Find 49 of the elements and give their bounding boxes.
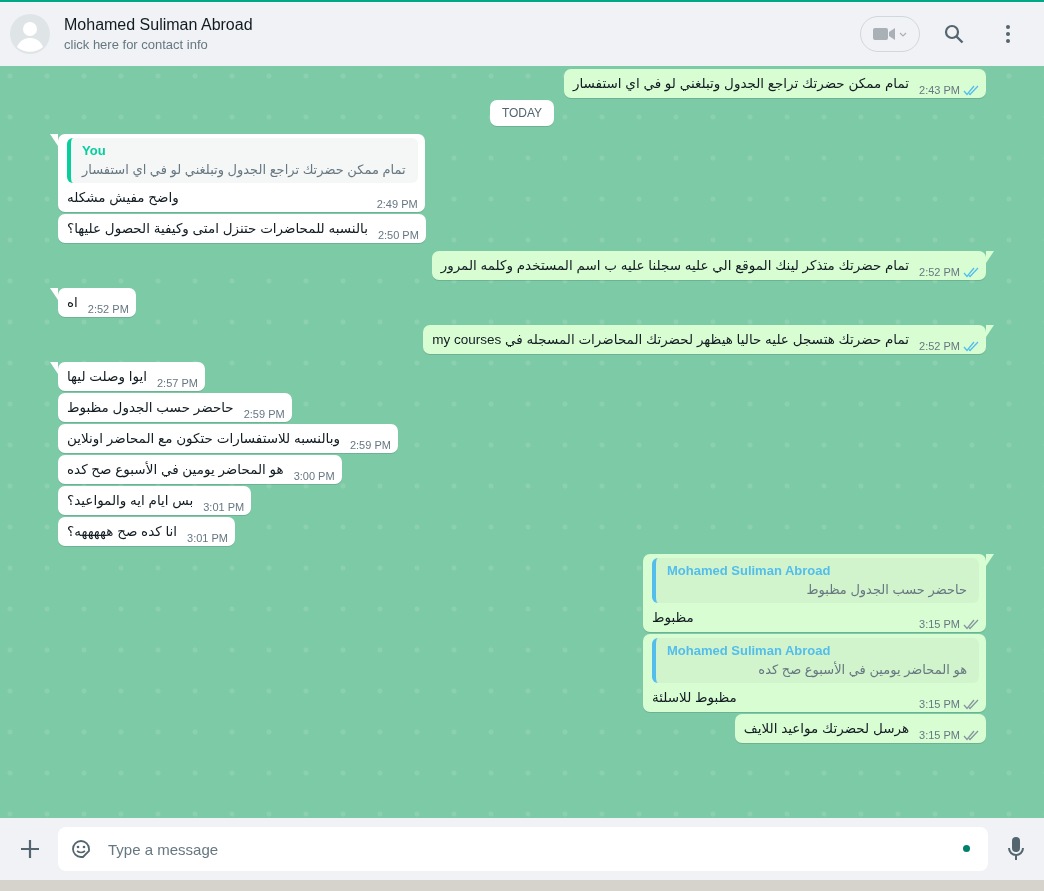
message-text: بالنسبه للمحاضرات حتنزل امتى وكيفية الحصول عليها؟ [67,220,368,238]
plus-icon [21,840,39,858]
message-text: مظبوط [652,609,694,627]
quoted-author: Mohamed Suliman Abroad [667,643,832,658]
message-time: 2:49 PM [376,198,418,210]
chevron-down-icon [899,31,907,37]
quoted-author: Mohamed Suliman Abroad [667,563,832,578]
message-time: 2:43 PM [919,84,960,96]
message-text: ايوا وصلت ليها [67,368,147,386]
message-text: اه [67,294,78,312]
message-text: وبالنسبه للاستفسارات حتكون مع المحاضر اونلاين [67,430,340,448]
message-time: 2:59 PM [243,408,285,420]
quoted-text: هو المحاضر يومين في الأسبوع صح كده [757,662,967,677]
message-time: 3:15 PM [919,698,960,710]
message-text: بس ايام ايه والمواعيد؟ [67,492,194,510]
message-text: مظبوط للاسلئة [652,689,737,707]
message-time: 3:00 PM [293,470,335,482]
microphone-icon [1008,837,1024,861]
message-text: انا كده صح هههههه؟ [67,523,178,541]
message-time: 2:52 PM [919,266,960,278]
date-divider: TODAY [489,100,555,126]
message-text: هرسل لحضرتك مواعيد اللايف [743,720,910,738]
status-dot-icon [963,845,970,852]
sticker-icon [70,838,92,860]
message-time: 3:01 PM [187,532,229,544]
message-time: 3:01 PM [203,501,245,513]
video-camera-icon [873,27,895,41]
message-time: 2:59 PM [349,439,391,451]
message-time: 2:50 PM [377,229,419,241]
contact-info-link[interactable]: click here for contact info [64,37,846,52]
search-icon [944,24,964,44]
message-text: حاحضر حسب الجدول مظبوط [67,399,234,417]
contact-name[interactable]: Mohamed Suliman Abroad [64,16,846,34]
message-time: 2:57 PM [156,377,198,389]
message-time: 2:52 PM [87,303,129,315]
message-time: 3:15 PM [919,618,960,630]
menu-icon [1006,25,1010,43]
quoted-text: حاحضر حسب الجدول مظبوط [805,582,967,597]
quoted-text: تمام ممكن حضرتك تراجع الجدول وتبلغني لو في اي استفسار [82,162,406,177]
avatar-icon [10,14,50,54]
message-text: هو المحاضر يومين في الأسبوع صح كده [67,460,284,479]
message-text: تمام ممكن حضرتك تراجع الجدول وتبلغني لو في اي استفسار [572,75,910,93]
message-time: 3:15 PM [919,729,960,741]
quoted-author: You [82,143,107,158]
message-text: واضح مفيش مشكله [67,189,179,207]
message-text: تمام حضرتك هتسجل عليه حاليا هيظهر لحضرتك المحاضرات المسجله في my courses [432,331,910,349]
message-text: تمام حضرتك متذكر لينك الموقع الي عليه سجلنا عليه ب اسم المستخدم وكلمه المرور [440,257,910,275]
message-time: 2:52 PM [919,340,960,352]
message-input-field[interactable]: Type a message [58,827,988,871]
